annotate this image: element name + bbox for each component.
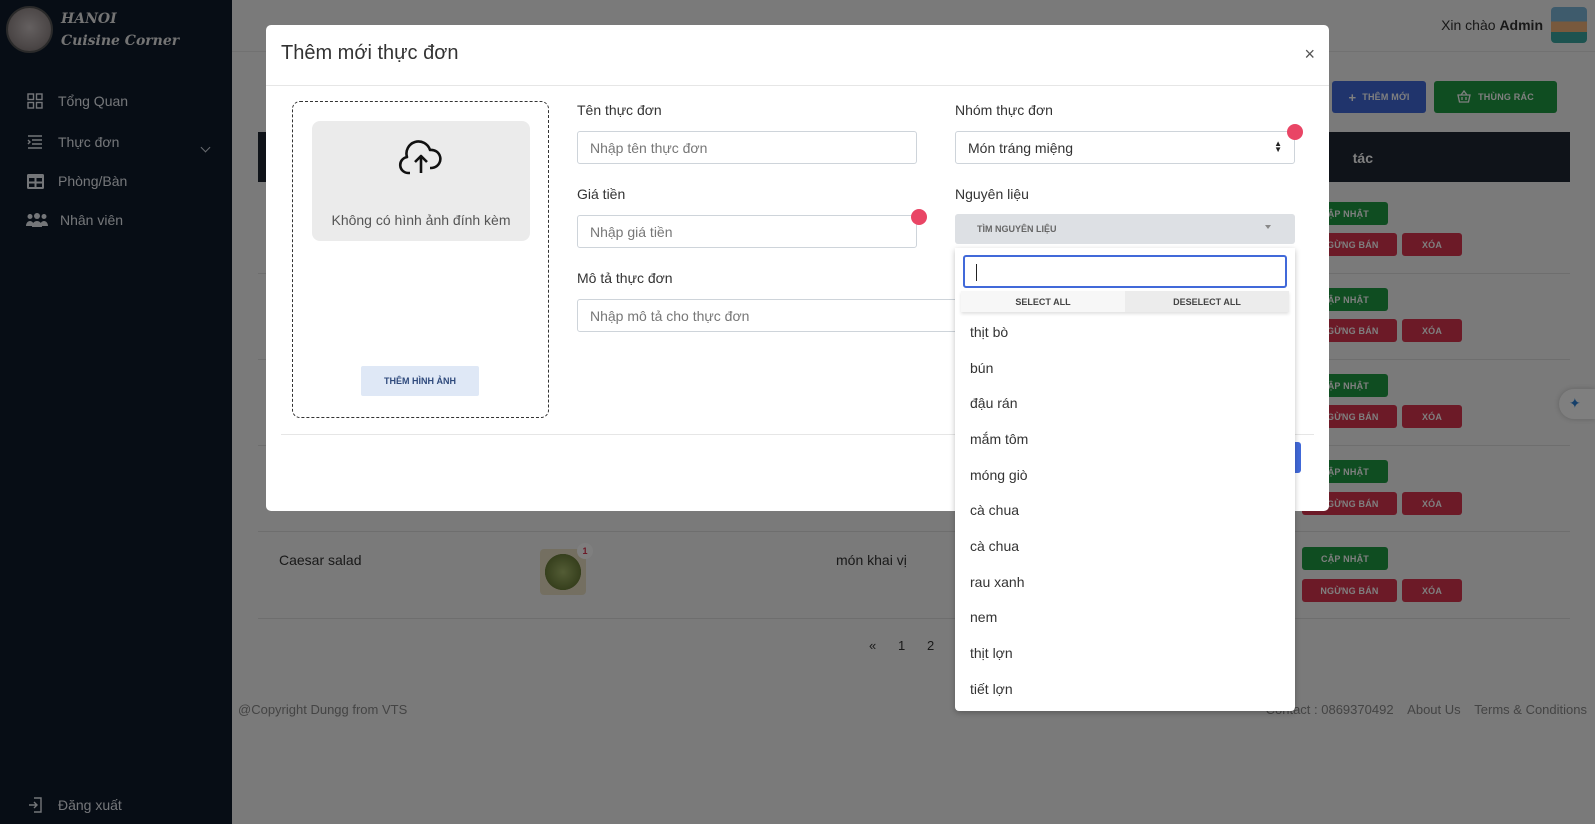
ingredients-multiselect[interactable]: TÌM NGUYÊN LIỆU <box>955 214 1295 244</box>
list-item[interactable]: mắm tôm <box>955 421 1295 457</box>
description-input[interactable]: Nhập mô tả cho thực đơn <box>577 299 977 332</box>
list-item[interactable]: rau xanh <box>955 564 1295 600</box>
list-item[interactable]: thịt lợn <box>955 635 1295 671</box>
text-cursor <box>976 264 977 281</box>
menu-name-input[interactable]: Nhập tên thực đơn <box>577 131 917 164</box>
list-item[interactable]: cà chua <box>955 528 1295 564</box>
select-all-button[interactable]: SELECT ALL <box>961 291 1125 312</box>
add-image-button[interactable]: THÊM HÌNH ẢNH <box>361 366 479 396</box>
indicator-dot <box>1287 124 1303 140</box>
name-label: Tên thực đơn <box>577 102 662 118</box>
no-image-text: Không có hình ảnh đính kèm <box>331 212 511 228</box>
selected-value: Món tráng miệng <box>968 139 1074 156</box>
list-item[interactable]: nem <box>955 600 1295 636</box>
sort-arrows-icon: ▲ ▼ <box>1274 139 1282 154</box>
ingredient-search-input[interactable] <box>963 255 1287 288</box>
select-actions: SELECT ALL DESELECT ALL <box>961 291 1289 312</box>
close-icon[interactable]: × <box>1304 44 1315 65</box>
ingredients-label: Nguyên liệu <box>955 186 1029 202</box>
menu-group-select[interactable]: Món tráng miệng ▲ ▼ <box>955 131 1295 164</box>
cloud-upload-icon <box>398 140 444 181</box>
modal-title: Thêm mới thực đơn <box>281 42 459 64</box>
list-item[interactable]: tiết lợn <box>955 671 1295 707</box>
deselect-all-button[interactable]: DESELECT ALL <box>1125 291 1289 312</box>
ingredients-dropdown: SELECT ALL DESELECT ALL thịt bò bún đậu … <box>955 248 1295 711</box>
list-item[interactable]: thịt bò <box>955 314 1295 350</box>
ingredient-options: thịt bò bún đậu rán mắm tôm móng giò cà … <box>955 314 1295 707</box>
indicator-dot <box>911 209 927 225</box>
caret-down-icon <box>1265 225 1271 229</box>
image-upload-area[interactable]: Không có hình ảnh đính kèm THÊM HÌNH ẢNH <box>292 101 549 418</box>
list-item[interactable]: đậu rán <box>955 385 1295 421</box>
group-label: Nhóm thực đơn <box>955 102 1053 118</box>
divider <box>266 85 1329 86</box>
description-label: Mô tả thực đơn <box>577 270 673 286</box>
list-item[interactable]: cà chua <box>955 492 1295 528</box>
image-preview-placeholder: Không có hình ảnh đính kèm <box>312 121 530 241</box>
price-label: Giá tiền <box>577 186 626 202</box>
list-item[interactable]: bún <box>955 350 1295 386</box>
price-input[interactable]: Nhập giá tiền <box>577 215 917 248</box>
list-item[interactable]: móng giò <box>955 457 1295 493</box>
